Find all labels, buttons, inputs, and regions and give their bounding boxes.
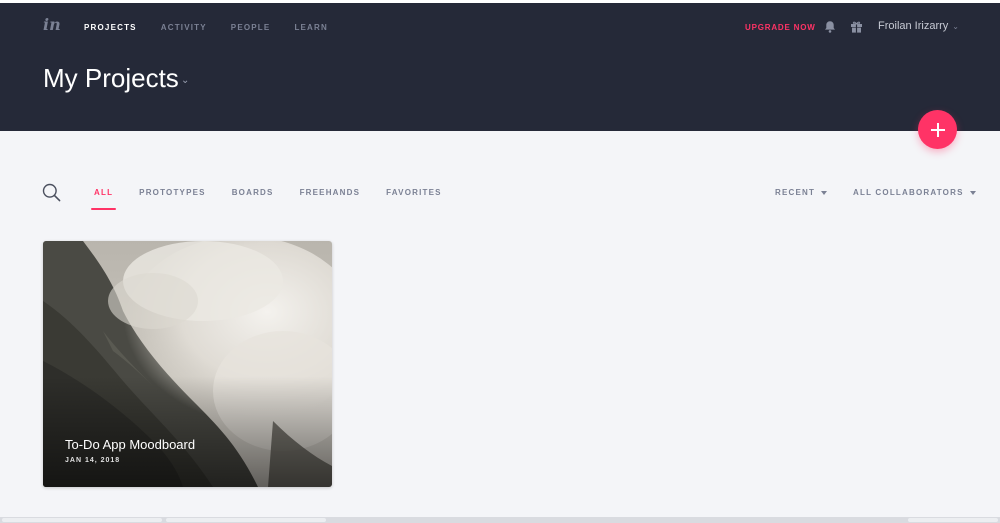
tab-all[interactable]: ALL [90,188,117,210]
title-chevron-down-icon[interactable]: ⌄ [181,75,189,86]
sort-label: RECENT [775,188,816,197]
sort-dropdown[interactable]: RECENT [775,188,828,197]
project-title: To-Do App Moodboard [65,437,196,452]
add-project-button[interactable] [918,110,957,149]
main-nav: PROJECTS ACTIVITY PEOPLE LEARN [84,23,352,32]
nav-item-learn[interactable]: LEARN [294,23,328,32]
top-header: in PROJECTS ACTIVITY PEOPLE LEARN UPGRAD… [0,3,1000,131]
caret-down-icon [969,190,976,195]
user-name: Froilan Irizarry [878,20,949,32]
project-card[interactable]: To-Do App Moodboard JAN 14, 2018 [43,241,332,487]
bottom-scrollbar[interactable] [0,517,1000,523]
tab-favorites[interactable]: FAVORITES [386,188,442,197]
user-menu[interactable]: Froilan Irizarry ⌄ [878,20,959,32]
bell-icon[interactable] [823,20,837,34]
upgrade-now-link[interactable]: UPGRADE NOW [745,23,816,32]
scrollbar-segment [166,518,326,522]
scrollbar-segment [2,518,162,522]
gift-icon[interactable] [850,20,863,33]
scrollbar-segment [908,518,998,522]
tab-boards[interactable]: BOARDS [232,188,274,197]
page-title: My Projects [43,63,179,93]
tab-prototypes[interactable]: PROTOTYPES [139,188,206,197]
tab-freehands[interactable]: FREEHANDS [300,188,361,197]
caret-down-icon [821,190,828,195]
nav-item-activity[interactable]: ACTIVITY [161,23,207,32]
collaborators-dropdown[interactable]: ALL COLLABORATORS [853,188,976,197]
invision-logo[interactable]: in [43,15,61,34]
search-icon[interactable] [42,183,61,202]
chevron-down-icon: ⌄ [952,22,959,31]
filter-tabs: ALL PROTOTYPES BOARDS FREEHANDS FAVORITE… [90,188,468,210]
nav-item-projects[interactable]: PROJECTS [84,23,137,32]
nav-item-people[interactable]: PEOPLE [231,23,271,32]
project-date: JAN 14, 2018 [65,457,121,464]
collaborators-label: ALL COLLABORATORS [853,188,964,197]
